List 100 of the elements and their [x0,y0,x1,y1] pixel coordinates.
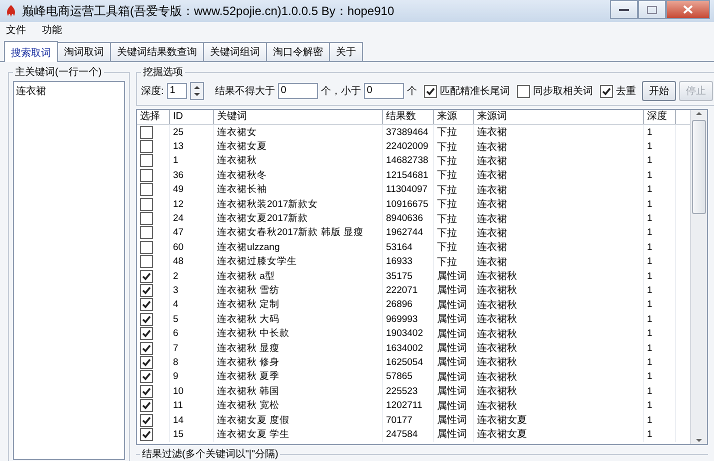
table-cell: 连衣裙秋冬 [217,168,267,182]
checkbox[interactable] [140,298,153,312]
tab[interactable]: 关键词结果数查询 [110,42,204,61]
table-cell: 1 [647,213,652,224]
table-cell: 1 [647,414,652,426]
table-cell: 24 [173,213,184,224]
menu-item[interactable]: 文件 [6,23,26,37]
checkbox[interactable] [140,428,153,441]
table-cell: 连衣裙秋 韩国 [217,384,280,398]
column-header[interactable]: ID [170,110,214,124]
checkbox[interactable] [140,312,153,326]
table-cell: 36 [173,170,184,181]
checkbox[interactable] [140,140,153,154]
checkbox[interactable] [140,126,153,139]
scrollbar[interactable] [690,110,707,444]
table-cell: 1625054 [386,356,423,368]
table-cell: 10 [173,386,184,397]
scroll-down-icon[interactable] [695,438,703,444]
table-cell-text: 属性词 [437,270,467,284]
checkbox[interactable] [140,384,153,398]
checkbox[interactable] [140,327,153,340]
checkbox[interactable] [140,414,153,426]
table-cell: 连衣裙秋 a型 [217,270,275,283]
table-cell-text: 连衣裙 [477,212,507,226]
checkbox[interactable] [140,212,153,226]
tab[interactable]: 关于 [329,42,363,61]
checkbox[interactable] [140,342,153,355]
table-cell: 11304097 [386,184,428,196]
min-field[interactable]: 0 [364,83,404,99]
window-title: 巅峰电商运营工具箱(吾爱专版：www.52pojie.cn)1.0.0.5 By：hope910 [22,2,396,20]
table-cell: 连衣裙ulzzang [217,240,280,254]
table-cell: 60 [173,242,184,253]
checkbox[interactable] [140,183,153,196]
table-cell: 连衣裙秋 夏季 [217,370,280,384]
table-cell: 连衣裙秋装2017新款女 [217,198,318,211]
table-cell: 13 [173,141,184,152]
table-cell-text: 连衣裙秋 [477,342,517,356]
table-cell: 25 [173,126,184,138]
tab[interactable]: 关键词组词 [203,42,267,61]
table-cell-text: 连衣裙秋 [477,370,517,384]
keyword-input-field[interactable]: 连衣裙 [13,81,125,460]
checkbox[interactable] [140,240,153,254]
table-cell-text: 下拉 [437,256,457,269]
table-cell: 5 [173,314,178,325]
checkbox[interactable] [140,198,153,211]
table-cell-text: 属性词 [437,384,467,398]
tab[interactable]: 淘口令解密 [266,42,330,61]
table-cell: 57865 [386,371,412,382]
table-cell-text: 属性词 [437,284,467,298]
table-cell-text: 下拉 [437,140,457,154]
checkbox[interactable] [140,270,153,283]
column-header[interactable]: 来源词 [474,110,644,124]
column-header[interactable]: 关键词 [214,110,383,124]
checkbox[interactable] [140,226,153,240]
checkbox[interactable] [140,255,153,268]
table-cell-text: 属性词 [437,312,467,326]
table-cell: 1962744 [386,227,423,238]
checkbox[interactable] [516,84,530,98]
app-icon [4,4,18,18]
table-cell: 53164 [386,242,412,253]
tab[interactable]: 淘词取词 [57,42,111,61]
table-cell-text: 连衣裙 [477,126,507,140]
table-cell: 1 [647,314,652,325]
menu-item[interactable]: 功能 [42,23,62,37]
table-cell-text: 连衣裙 [477,226,507,240]
table-cell-text: 连衣裙秋 [477,312,517,326]
table-cell-text: 连衣裙秋 [477,284,517,298]
checkbox[interactable] [140,356,153,369]
table-cell-text: 下拉 [437,154,457,168]
column-header[interactable]: 来源 [434,110,474,124]
checkbox[interactable] [140,168,153,182]
max-field[interactable]: 0 [278,83,318,99]
checkbox[interactable] [424,84,437,98]
checkbox[interactable] [140,370,153,384]
checkbox[interactable] [140,284,153,297]
table-cell-text: 属性词 [437,370,467,384]
table-cell: 1 [647,242,652,253]
checkbox[interactable] [600,84,613,98]
close-button[interactable] [666,0,710,19]
table-cell: 1 [647,227,652,238]
maximize-icon [647,6,657,14]
checkbox[interactable] [140,399,153,412]
action-button[interactable]: 开始 [642,81,676,101]
scrollbar-thumb[interactable] [692,120,706,214]
table-cell: 连衣裙女夏 [217,140,267,154]
table-cell-text: 连衣裙秋 [477,384,517,398]
column-header[interactable]: 选择 [137,110,170,124]
depth-field[interactable]: 1 [166,83,187,99]
column-header[interactable]: 深度 [644,110,676,124]
table-cell: 3 [173,284,178,296]
minimize-button[interactable] [610,0,638,19]
min-label: 个，小于 [320,84,361,98]
scroll-up-icon[interactable] [695,110,703,116]
column-header[interactable]: 结果数 [383,110,434,124]
spinner-icon[interactable] [190,82,204,100]
table-cell: 连衣裙秋 大码 [217,312,280,326]
tab[interactable]: 搜索取词 [4,41,58,62]
table-cell-text: 连衣裙 [477,154,507,168]
table-cell: 1634002 [386,342,423,354]
checkbox[interactable] [140,154,153,168]
